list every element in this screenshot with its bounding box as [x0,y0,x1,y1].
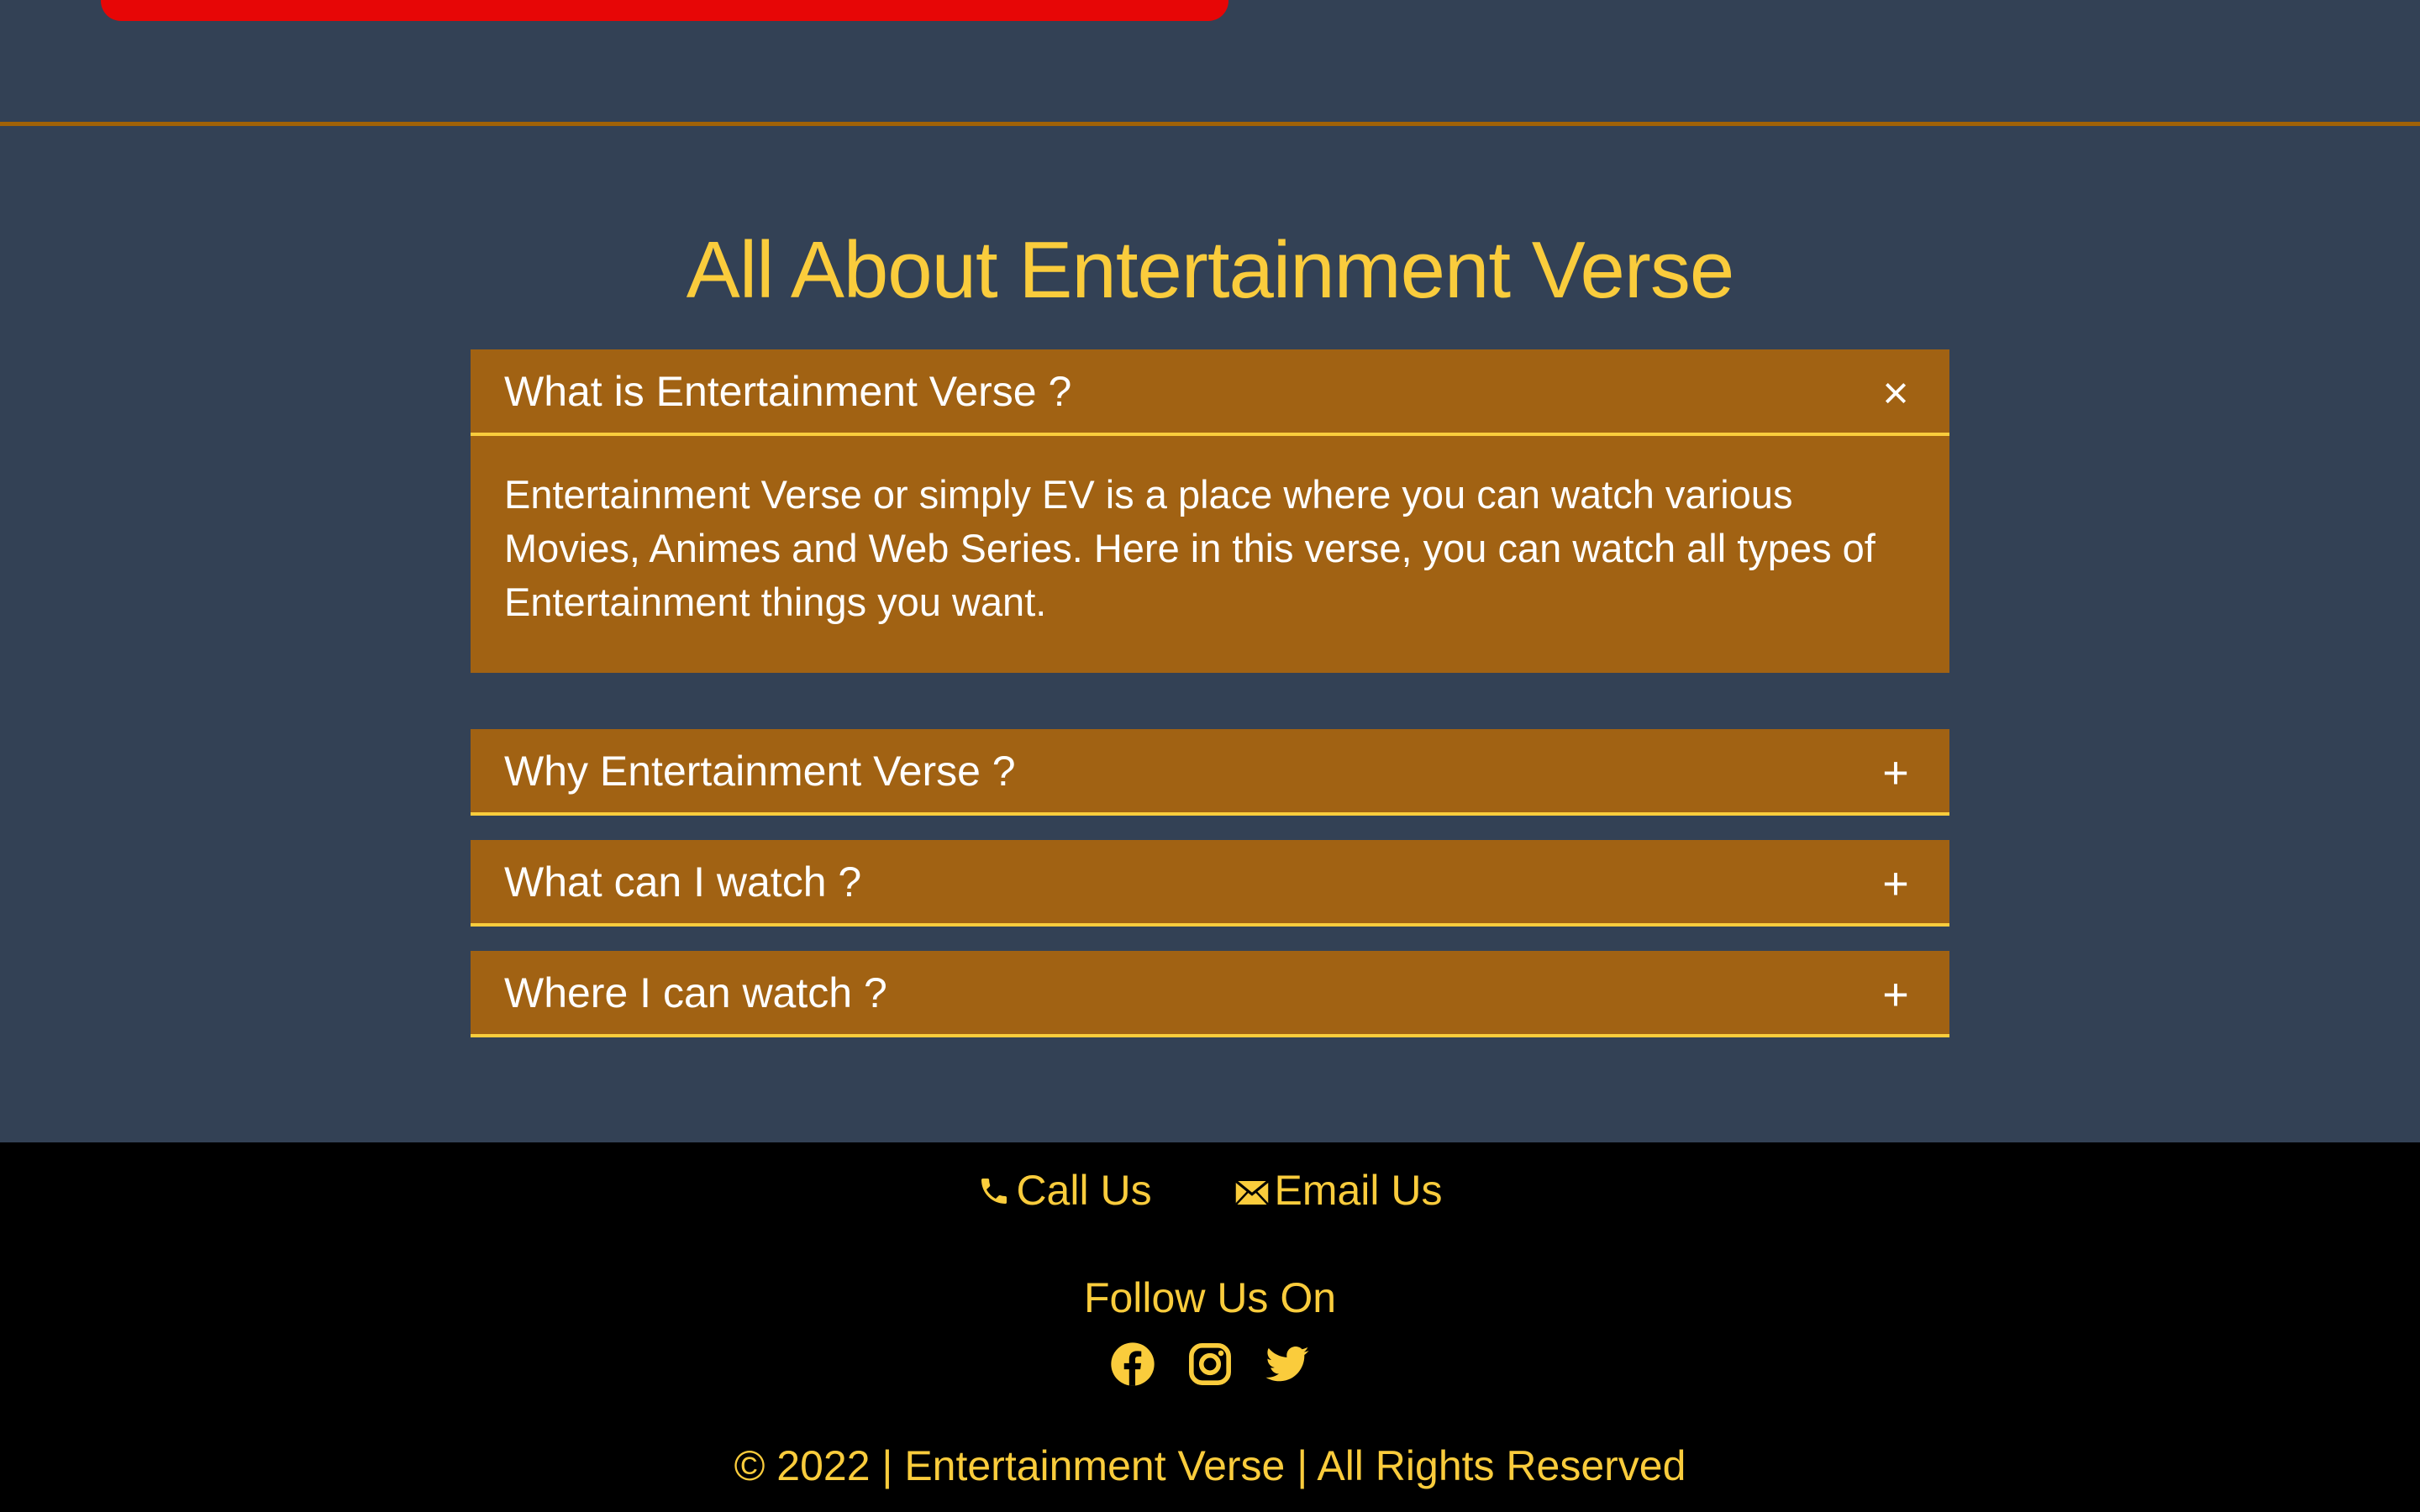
footer: Call Us Email Us Follow Us On © 2022 | E… [0,1142,2420,1512]
page: All About Entertainment Verse What is En… [0,0,2420,1512]
faq-item: What can I watch ? + [471,840,1949,927]
faq-item: What is Entertainment Verse ? × Entertai… [471,349,1949,673]
email-us-label: Email Us [1274,1167,1443,1214]
expand-icon[interactable]: + [1874,972,1918,1017]
follow-us-title: Follow Us On [1083,1274,1337,1321]
collapse-icon[interactable]: × [1874,370,1918,416]
facebook-icon[interactable] [1109,1341,1156,1388]
faq-question: What can I watch ? [504,858,862,906]
call-us-link[interactable]: Call Us [977,1161,1152,1220]
top-banner-section [0,0,2420,126]
faq-question-header[interactable]: Why Entertainment Verse ? + [471,729,1949,816]
call-us-label: Call Us [1016,1167,1152,1214]
email-us-link[interactable]: Email Us [1234,1161,1443,1220]
faq-question-header[interactable]: What is Entertainment Verse ? × [471,349,1949,436]
twitter-icon[interactable] [1264,1341,1311,1388]
expand-icon[interactable]: + [1874,861,1918,906]
instagram-icon[interactable] [1186,1341,1234,1388]
envelope-icon [1234,1179,1269,1205]
faq-question: What is Entertainment Verse ? [504,368,1072,415]
faq-question-header[interactable]: Where I can watch ? + [471,951,1949,1037]
contact-links: Call Us Email Us [0,1161,2420,1220]
faq-question: Where I can watch ? [504,969,887,1016]
copyright-text: © 2022 | Entertainment Verse | All Right… [734,1442,1686,1489]
social-links [0,1341,2420,1392]
faq-section-title: All About Entertainment Verse [686,225,1734,315]
faq-item: Why Entertainment Verse ? + [471,729,1949,816]
phone-icon [981,1179,1007,1204]
faq-question-header[interactable]: What can I watch ? + [471,840,1949,927]
faq-answer: Entertainment Verse or simply EV is a pl… [504,472,1876,624]
faq-item: Where I can watch ? + [471,951,1949,1037]
faq-question: Why Entertainment Verse ? [504,748,1016,795]
red-banner-bar [101,0,1228,21]
expand-icon[interactable]: + [1874,750,1918,795]
